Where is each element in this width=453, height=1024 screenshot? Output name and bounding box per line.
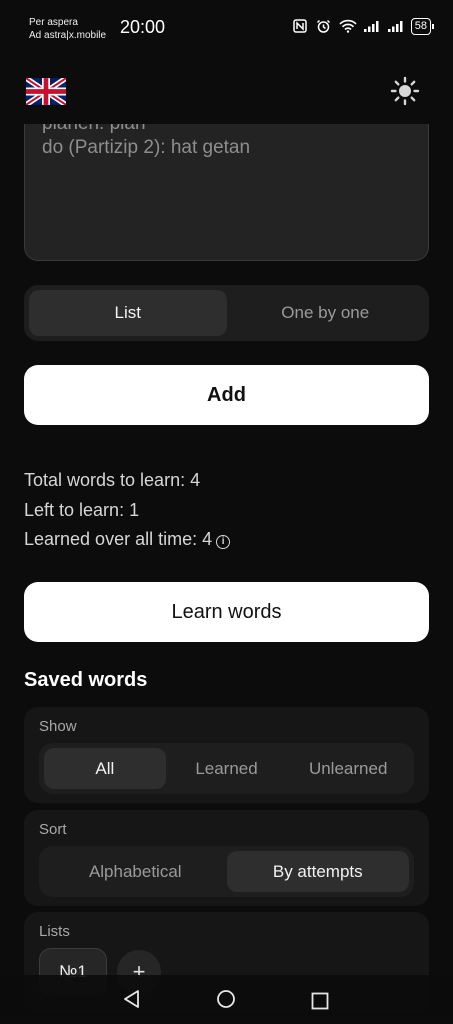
show-filter-card: Show All Learned Unlearned (24, 707, 429, 803)
home-icon[interactable] (216, 989, 236, 1014)
words-input-text: planen: plan do (Partizip 2): hat getan (42, 124, 251, 158)
words-input[interactable]: planen: plan do (Partizip 2): hat getan (24, 124, 429, 261)
mode-option-one-by-one[interactable]: One by one (227, 290, 425, 336)
signal-icon (363, 19, 381, 35)
uk-flag-icon[interactable] (24, 75, 68, 108)
info-icon[interactable]: i (216, 535, 231, 549)
mode-selector: List One by one (24, 285, 429, 341)
carrier-line-1: Per aspera (29, 17, 78, 28)
stat-total: Total words to learn: 4 (24, 470, 201, 490)
show-option-all[interactable]: All (44, 748, 166, 789)
sort-option-alphabetical[interactable]: Alphabetical (44, 851, 227, 892)
lists-label: Lists (39, 923, 70, 940)
add-button[interactable]: Add (24, 365, 429, 425)
mode-option-list[interactable]: List (29, 290, 227, 336)
sort-label: Sort (39, 821, 67, 838)
show-label: Show (39, 718, 77, 735)
battery-icon: 58 (410, 18, 435, 35)
carrier-label: Per aspera Ad astra|x.mobile (29, 16, 106, 42)
status-bar: Per aspera Ad astra|x.mobile 20:00 58 (0, 0, 453, 56)
system-icons: 58 (291, 18, 435, 35)
signal-icon-2 (387, 19, 405, 35)
sort-option-by-attempts[interactable]: By attempts (226, 851, 409, 892)
nfc-icon (291, 18, 309, 35)
stat-learned: Learned over all time: 4 (24, 529, 213, 549)
show-filter-selector: All Learned Unlearned (39, 743, 414, 794)
carrier-line-2: Ad astra|x.mobile (29, 30, 107, 41)
learn-words-button[interactable]: Learn words (24, 582, 429, 642)
stats-block: Total words to learn: 4 Left to learn: 1… (24, 466, 231, 555)
alarm-icon (315, 19, 333, 35)
sort-card: Sort Alphabetical By attempts (24, 810, 429, 906)
saved-words-title: Saved words (24, 669, 148, 691)
show-option-unlearned[interactable]: Unlearned (287, 748, 409, 789)
app-header (0, 56, 453, 124)
back-icon[interactable] (122, 989, 142, 1014)
sort-selector: Alphabetical By attempts (39, 846, 414, 897)
sun-icon[interactable] (390, 76, 420, 106)
stat-learned-row: Learned over all time: 4i (24, 525, 231, 555)
clock: 20:00 (120, 17, 166, 37)
navigation-bar (0, 975, 453, 1024)
show-option-learned[interactable]: Learned (166, 748, 288, 789)
recent-apps-icon[interactable] (311, 992, 329, 1015)
stat-left: Left to learn: 1 (24, 499, 140, 520)
wifi-icon (339, 19, 357, 35)
